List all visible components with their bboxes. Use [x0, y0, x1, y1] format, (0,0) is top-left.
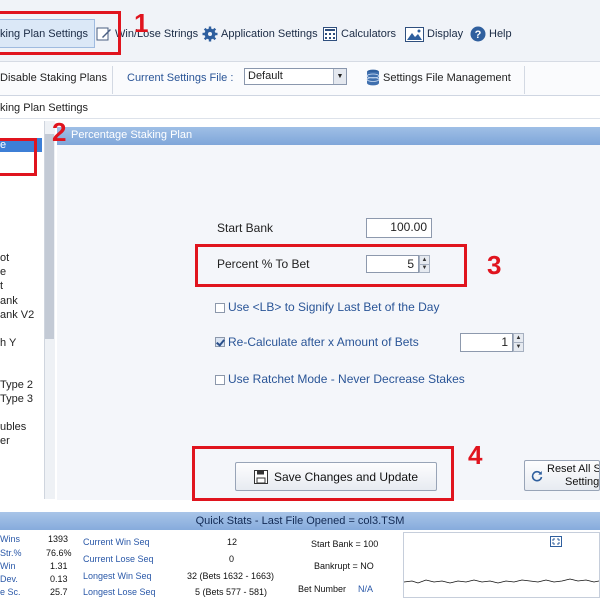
qs-left-label: Dev.	[0, 574, 18, 584]
list-item[interactable]: ot	[0, 251, 9, 265]
current-settings-file-label: Current Settings File :	[127, 72, 234, 84]
list-item[interactable]: t	[0, 279, 3, 293]
bank-graph-line	[404, 578, 599, 584]
use-lb-checkbox[interactable]	[215, 303, 225, 313]
list-item[interactable]: h Y	[0, 336, 16, 350]
qs-bet-number-value: N/A	[358, 584, 374, 594]
calculator-icon	[322, 26, 338, 42]
settings-file-select[interactable]: Default ▼	[244, 68, 347, 85]
section-header-title: king Plan Settings	[0, 102, 89, 114]
menu-help-label: Help	[489, 28, 512, 40]
qs-left-value: 25.7	[50, 587, 68, 597]
start-bank-input[interactable]: 100.00	[366, 218, 432, 238]
settings-file-management-button[interactable]: Settings File Management	[383, 72, 511, 84]
annotation-number-4: 4	[468, 440, 483, 470]
svg-text:?: ?	[475, 29, 482, 41]
ratchet-checkbox[interactable]	[215, 375, 225, 385]
list-item[interactable]: er	[0, 434, 10, 448]
list-item[interactable]: ank V2	[0, 308, 34, 322]
annotation-number-1: 1	[134, 8, 149, 38]
qs-left-label: e Sc.	[0, 587, 21, 597]
qs-left-label: Win	[0, 561, 16, 571]
menu-application-settings-label: Application Settings	[221, 28, 318, 40]
disable-staking-plans-button[interactable]: Disable Staking Plans	[0, 72, 107, 84]
recalc-bets-stepper[interactable]: ▲ ▼	[513, 333, 524, 352]
qs-left-value: 1393	[48, 534, 69, 544]
current-win-seq-value: 12	[227, 537, 238, 547]
recalc-label: Re-Calculate after x Amount of Bets	[228, 335, 419, 349]
list-item[interactable]: ubles	[0, 420, 26, 434]
current-win-seq-label: Current Win Seq	[83, 537, 150, 547]
longest-win-seq-label: Longest Win Seq	[83, 571, 152, 581]
quick-stats-header: Quick Stats - Last File Opened = col3.TS…	[0, 512, 600, 530]
database-icon	[366, 69, 380, 89]
expand-icon[interactable]	[550, 536, 562, 550]
reset-label-line1: Reset All S	[547, 462, 600, 475]
menu-application-settings[interactable]: Application Settings	[202, 21, 318, 47]
ratchet-label: Use Ratchet Mode - Never Decrease Stakes	[228, 372, 465, 386]
annotation-box-2	[0, 138, 37, 176]
menu-help[interactable]: ? Help	[470, 21, 512, 47]
spin-down-icon[interactable]: ▼	[514, 342, 523, 351]
annotation-number-3: 3	[487, 250, 502, 280]
menu-display-label: Display	[427, 28, 464, 40]
menu-calculators-label: Calculators	[341, 28, 397, 40]
recalc-checkbox[interactable]	[215, 337, 225, 347]
qs-start-bank: Start Bank = 100	[311, 539, 379, 549]
reset-label-line2: Settings t	[565, 475, 600, 488]
current-lose-seq-label: Current Lose Seq	[83, 554, 154, 564]
toolbar-divider	[112, 66, 113, 94]
list-item[interactable]: Type 2	[0, 378, 33, 392]
qs-left-label: Str.%	[0, 548, 22, 558]
qs-left-value: 1.31	[50, 561, 68, 571]
qs-left-value: 76.6%	[46, 548, 72, 558]
reset-all-settings-label: Reset All S Settings t	[547, 462, 600, 489]
annotation-number-2: 2	[52, 117, 67, 147]
quick-stats-title: Quick Stats - Last File Opened = col3.TS…	[195, 515, 405, 527]
help-icon: ?	[470, 26, 486, 42]
annotation-box-3	[195, 244, 467, 287]
list-item[interactable]: Type 3	[0, 392, 33, 406]
image-icon	[404, 26, 424, 42]
spin-up-icon[interactable]: ▲	[514, 334, 523, 342]
bank-graph[interactable]	[403, 532, 600, 598]
menu-calculators[interactable]: Calculators	[322, 21, 396, 47]
use-lb-label: Use <LB> to Signify Last Bet of the Day	[228, 300, 440, 314]
annotation-box-4	[192, 446, 454, 501]
qs-bet-number-label: Bet Number	[298, 584, 347, 594]
longest-win-seq-value: 32 (Bets 1632 - 1663)	[187, 571, 275, 581]
list-item[interactable]: ank	[0, 294, 18, 308]
reset-all-settings-button[interactable]: Reset All S Settings t	[524, 460, 600, 491]
refresh-icon	[531, 470, 543, 482]
recalc-bets-input[interactable]: 1	[460, 333, 513, 352]
gear-icon	[202, 26, 218, 42]
plan-list-scroll-thumb[interactable]	[45, 134, 54, 339]
current-lose-seq-value: 0	[229, 554, 235, 564]
qs-left-value: 0.13	[50, 574, 68, 584]
list-item[interactable]: e	[0, 265, 6, 279]
start-bank-label: Start Bank	[217, 221, 274, 235]
qs-bankrupt: Bankrupt = NO	[314, 561, 374, 571]
menu-display[interactable]: Display	[404, 21, 463, 47]
menu-win-lose-strings-label: Win/Lose Strings	[115, 28, 199, 40]
panel-header: Percentage Staking Plan	[57, 127, 600, 145]
toolbar-divider-right	[524, 66, 525, 94]
settings-file-select-value: Default	[248, 70, 283, 82]
qs-left-label: Wins	[0, 534, 20, 544]
section-header: king Plan Settings	[0, 97, 600, 119]
chevron-down-icon: ▼	[333, 69, 346, 84]
longest-lose-seq-value: 5 (Bets 577 - 581)	[195, 587, 268, 597]
annotation-box-1	[0, 11, 121, 55]
panel-title: Percentage Staking Plan	[71, 129, 193, 141]
longest-lose-seq-label: Longest Lose Seq	[83, 587, 156, 597]
